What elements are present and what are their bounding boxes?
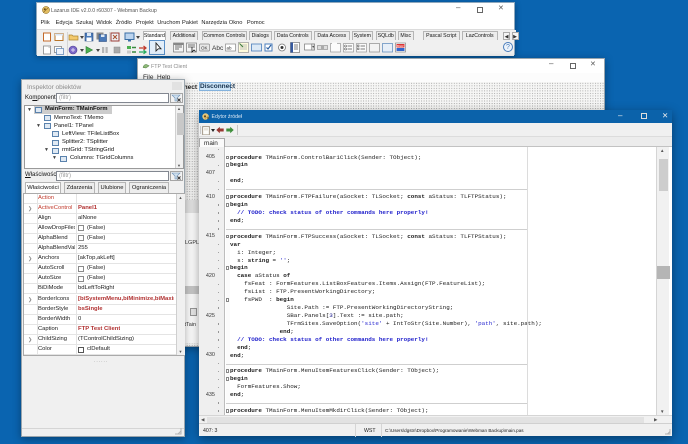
svg-text:ab: ab <box>227 46 233 51</box>
svg-text:BGR: BGR <box>397 44 404 48</box>
svg-text:Abc: Abc <box>212 45 223 52</box>
svg-text:OK: OK <box>201 46 208 51</box>
